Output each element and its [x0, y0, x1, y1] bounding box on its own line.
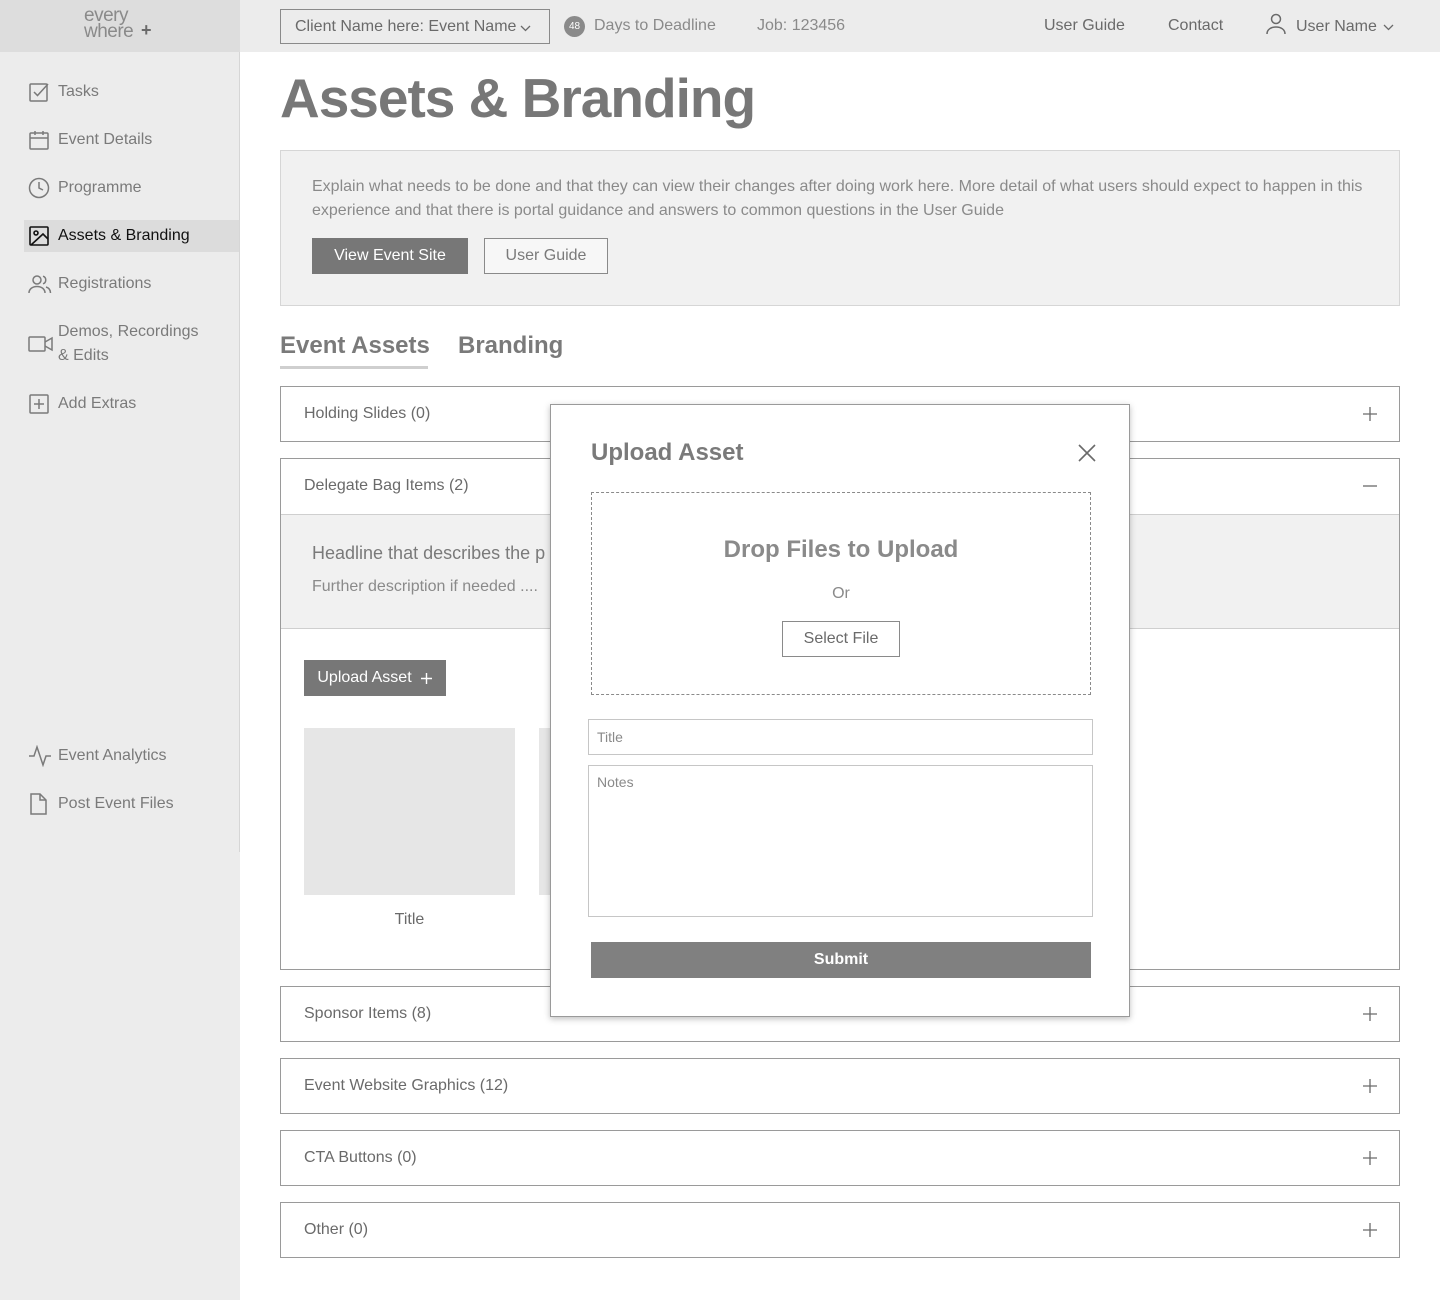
plus-icon[interactable] [1361, 1005, 1379, 1023]
accordion-label: Delegate Bag Items (2) [304, 477, 469, 494]
accordion-label: Sponsor Items (8) [304, 1005, 432, 1022]
sidebar-item-label: Event Details [58, 131, 153, 148]
user-menu[interactable]: User Name [1266, 13, 1394, 40]
asset-thumbnail[interactable] [304, 728, 515, 895]
chevron-down-icon [520, 19, 531, 37]
client-event-select[interactable]: Client Name here: Event Name [280, 9, 550, 44]
accordion-cta-buttons: CTA Buttons (0) [280, 1130, 1400, 1186]
intro-panel: Explain what needs to be done and that t… [280, 150, 1400, 306]
sidebar-item-assets-branding[interactable]: Assets & Branding [24, 220, 239, 252]
sidebar-item-add-extras[interactable]: Add Extras [24, 388, 239, 420]
accordion-label: Event Website Graphics (12) [304, 1077, 509, 1094]
section-further-description: Further description if needed .... [312, 578, 538, 595]
logo[interactable]: every where + [84, 6, 152, 42]
client-select-value: Client Name here: Event Name [295, 17, 517, 35]
sidebar-item-label: Assets & Branding [58, 227, 190, 244]
active-tab-indicator [280, 366, 428, 369]
plus-icon[interactable] [1361, 405, 1379, 423]
modal-title: Upload Asset [591, 439, 744, 466]
page-title: Assets & Branding [280, 67, 756, 129]
users-icon [24, 272, 58, 296]
days-count-badge: 48 [564, 16, 585, 37]
accordion-event-website-graphics: Event Website Graphics (12) [280, 1058, 1400, 1114]
notes-textarea[interactable] [588, 765, 1093, 917]
tab-event-assets[interactable]: Event Assets [280, 332, 430, 360]
upload-asset-modal: Upload Asset Drop Files to Upload Or Sel… [550, 404, 1130, 1017]
upload-asset-button[interactable]: Upload Asset [304, 660, 446, 696]
accordion-header[interactable]: CTA Buttons (0) [281, 1131, 1399, 1185]
accordion-other: Other (0) [280, 1202, 1400, 1258]
dropzone-or: Or [832, 585, 850, 602]
asset-title: Title [394, 911, 425, 928]
logo-line-2: where [84, 21, 134, 42]
activity-icon [24, 744, 58, 768]
days-to-deadline-label: Days to Deadline [594, 17, 716, 34]
accordion-label: CTA Buttons (0) [304, 1149, 417, 1166]
sidebar-item-post-event-files[interactable]: Post Event Files [24, 788, 239, 820]
image-icon [24, 224, 58, 248]
view-event-site-button[interactable]: View Event Site [312, 238, 468, 274]
sidebar-item-demos-recordings[interactable]: Demos, Recordings & Edits [24, 320, 239, 372]
submit-button[interactable]: Submit [591, 942, 1091, 978]
title-input[interactable] [588, 719, 1093, 755]
accordion-label: Other (0) [304, 1221, 369, 1238]
calendar-icon [24, 128, 58, 152]
checkbox-icon [24, 80, 58, 104]
sidebar-item-label: Event Analytics [58, 747, 167, 764]
sidebar-item-event-details[interactable]: Event Details [24, 124, 239, 156]
logo-plus-mark: + [141, 20, 152, 40]
sidebar-item-label: Post Event Files [58, 795, 174, 812]
sidebar-item-label: Registrations [58, 275, 152, 292]
chevron-down-icon [1383, 18, 1394, 36]
select-file-button[interactable]: Select File [782, 621, 900, 657]
sidebar-item-tasks[interactable]: Tasks [24, 76, 239, 108]
close-icon[interactable] [1076, 442, 1098, 464]
logo-area: every where + [0, 0, 240, 52]
dropzone-title: Drop Files to Upload [723, 536, 959, 563]
sidebar-divider [239, 52, 240, 852]
top-bar: Client Name here: Event Name 48 Days to … [240, 0, 1440, 52]
accordion-header[interactable]: Other (0) [281, 1203, 1399, 1257]
user-name: User Name [1296, 17, 1377, 35]
accordion-header[interactable]: Event Website Graphics (12) [281, 1059, 1399, 1113]
plus-icon[interactable] [1361, 1077, 1379, 1095]
video-icon [24, 332, 58, 356]
sidebar-item-label: Tasks [58, 83, 99, 100]
sidebar: every where + Tasks Event Details Progra… [0, 0, 240, 1300]
intro-text: Explain what needs to be done and that t… [312, 178, 1363, 219]
file-icon [24, 792, 58, 816]
job-number: Job: 123456 [757, 17, 846, 34]
user-guide-button[interactable]: User Guide [484, 238, 608, 274]
sidebar-item-programme[interactable]: Programme [24, 172, 239, 204]
upload-asset-label: Upload Asset [317, 669, 412, 686]
user-guide-link[interactable]: User Guide [1044, 17, 1125, 35]
accordion-label: Holding Slides (0) [304, 405, 431, 422]
contact-link[interactable]: Contact [1168, 17, 1223, 35]
sidebar-item-registrations[interactable]: Registrations [24, 268, 239, 300]
plus-square-icon [24, 392, 58, 416]
plus-icon [420, 672, 433, 685]
plus-icon[interactable] [1361, 1149, 1379, 1167]
tab-branding[interactable]: Branding [458, 332, 563, 360]
minus-icon[interactable] [1361, 477, 1379, 495]
section-headline: Headline that describes the p [312, 543, 546, 563]
sidebar-item-label: Programme [58, 179, 142, 196]
file-dropzone[interactable]: Drop Files to Upload Or Select File [591, 492, 1091, 695]
sidebar-item-label: Demos, Recordings & Edits [58, 323, 199, 364]
sidebar-item-event-analytics[interactable]: Event Analytics [24, 740, 239, 772]
sidebar-item-label: Add Extras [58, 395, 137, 412]
user-icon [1266, 13, 1286, 40]
plus-icon[interactable] [1361, 1221, 1379, 1239]
clock-icon [24, 176, 58, 200]
